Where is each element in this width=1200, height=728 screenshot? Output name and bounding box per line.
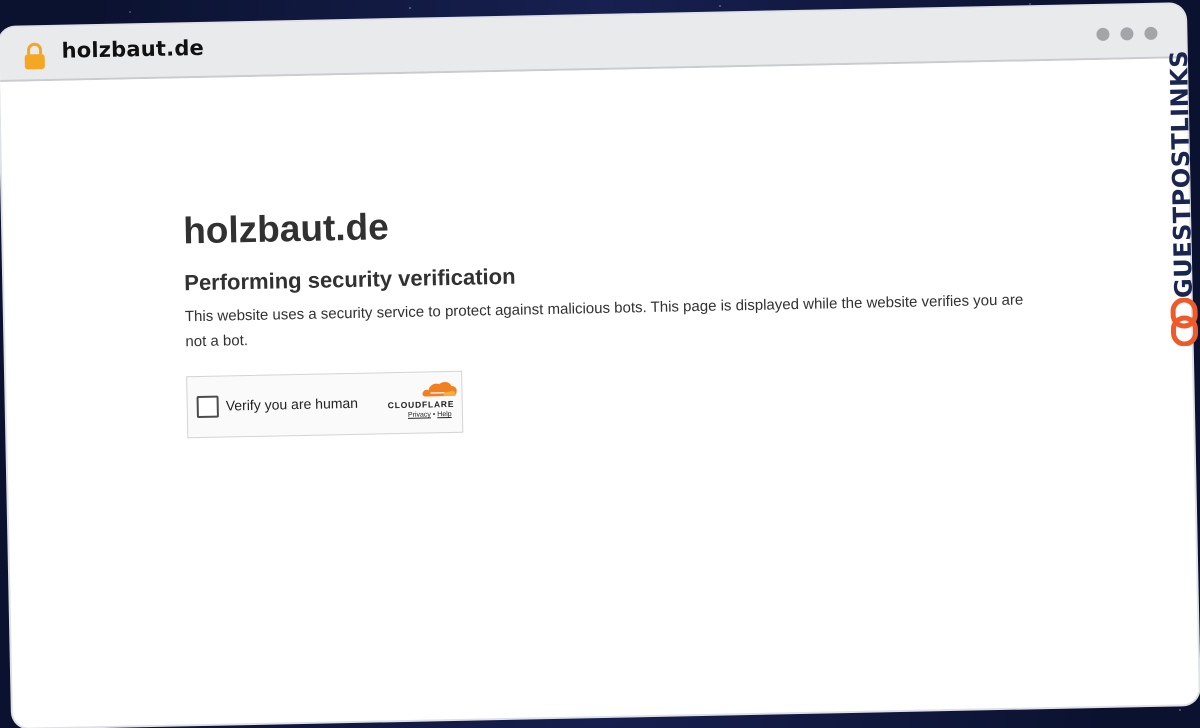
help-link[interactable]: Help — [437, 411, 452, 418]
window-control-dot[interactable] — [1144, 26, 1158, 40]
verification-heading: Performing security verification — [183, 263, 516, 296]
verification-description: This website uses a security service to … — [184, 291, 1024, 351]
cloudflare-logo: CLOUDFLARE — [387, 398, 455, 411]
privacy-link[interactable]: Privacy — [408, 411, 431, 418]
page-content: holzbaut.de Performing security verifica… — [0, 58, 1199, 728]
cloudflare-links: Privacy • Help — [408, 411, 452, 419]
verify-label: Verify you are human — [225, 394, 359, 414]
window-control-dot[interactable] — [1120, 27, 1134, 41]
watermark-text: GUESTPOSTLINKS — [1164, 49, 1198, 299]
window-controls — [1096, 26, 1158, 41]
browser-window: holzbaut.de holzbaut.de Performing secur… — [0, 4, 1199, 728]
window-control-dot[interactable] — [1096, 27, 1110, 41]
captcha-widget: Verify you are human CLOUDFLARE Privacy … — [186, 370, 464, 439]
chain-link-icon — [1170, 297, 1199, 347]
watermark: GUESTPOSTLINKS — [1159, 49, 1200, 363]
site-title: holzbaut.de — [182, 206, 390, 252]
cloudflare-cloud-icon — [422, 382, 457, 397]
verify-checkbox[interactable] — [196, 395, 219, 419]
lock-icon — [24, 42, 45, 70]
link-separator: • — [432, 411, 436, 419]
address-domain[interactable]: holzbaut.de — [61, 36, 204, 63]
